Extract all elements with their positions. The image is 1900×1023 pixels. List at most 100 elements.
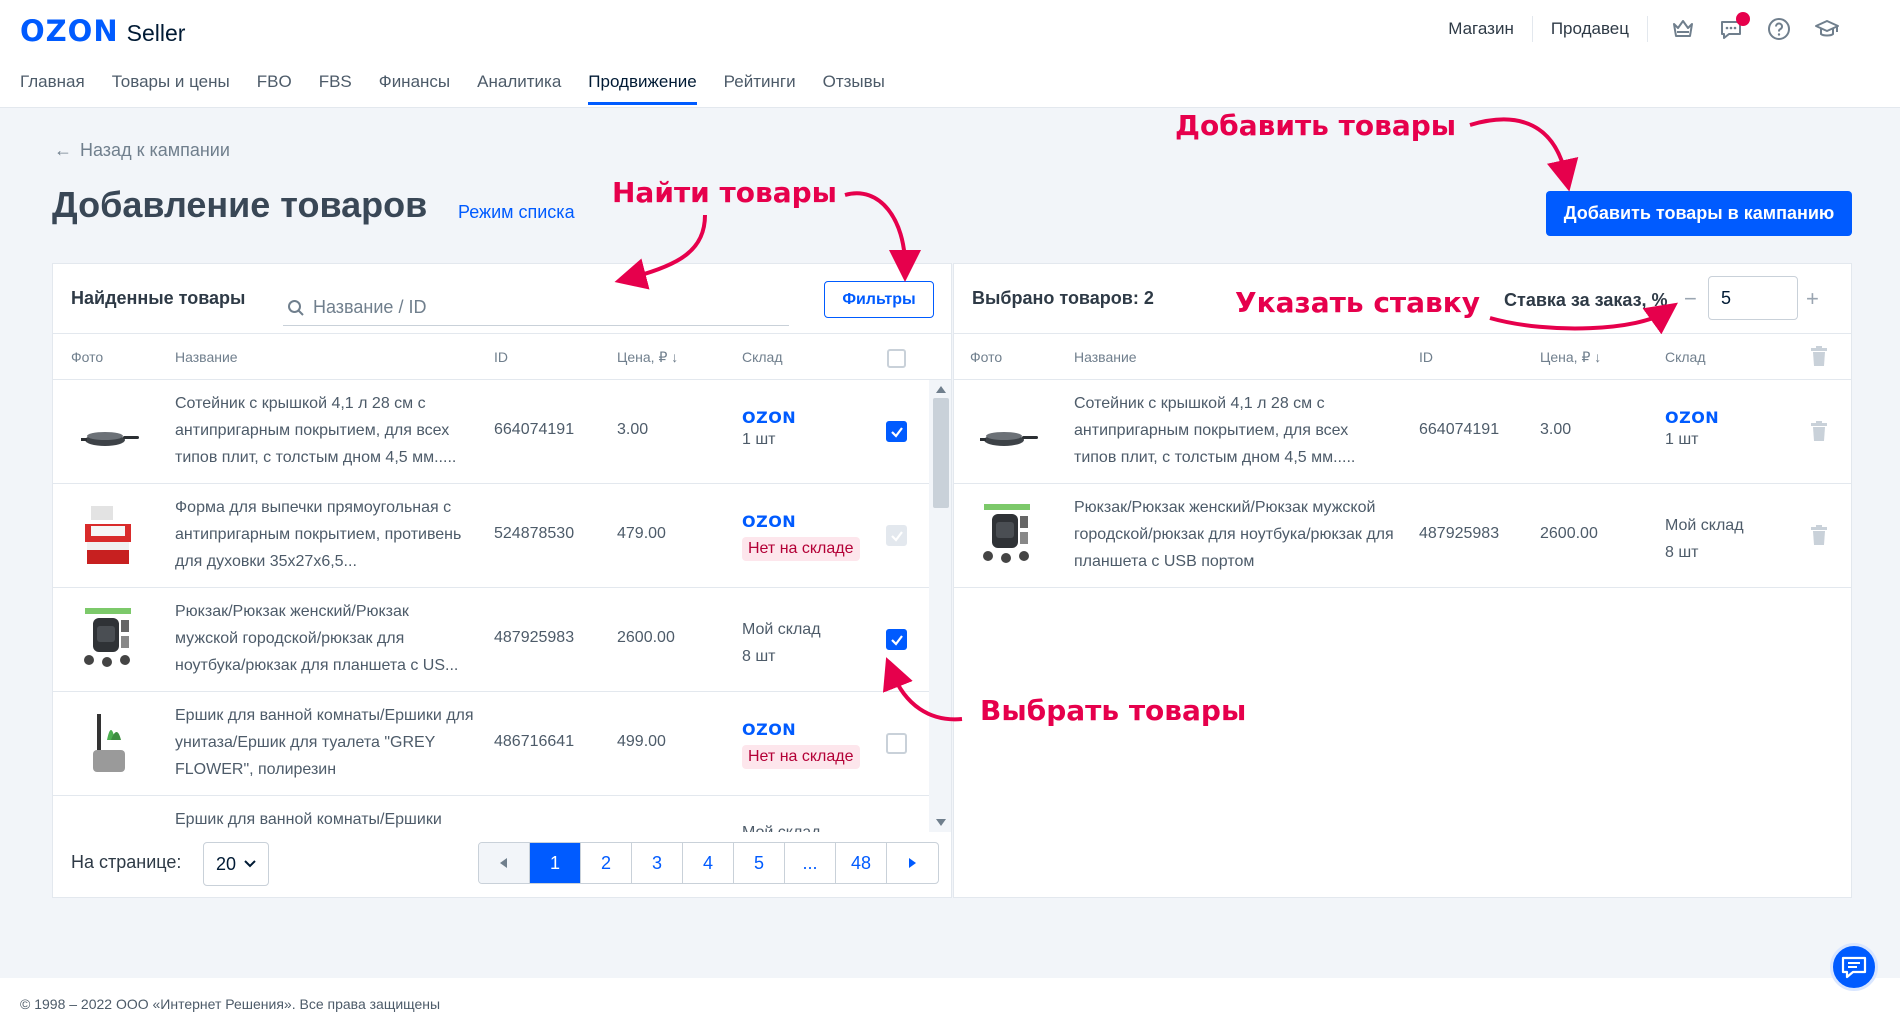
product-id: 487925983 <box>1419 525 1500 542</box>
check-icon <box>890 426 903 438</box>
search-icon <box>288 299 304 316</box>
product-thumb-toilet-brush <box>77 814 139 832</box>
annotation-find-products: Найти товары <box>612 176 837 209</box>
check-icon <box>890 530 903 542</box>
crown-icon[interactable] <box>1670 16 1696 42</box>
support-chat-button[interactable] <box>1830 943 1878 991</box>
rate-input[interactable] <box>1708 276 1798 320</box>
ozon-seller-logo[interactable]: OZON Seller <box>20 14 185 48</box>
row-checkbox-disabled <box>886 525 907 546</box>
row-checkbox[interactable] <box>886 629 907 650</box>
col-id: ID <box>494 349 508 365</box>
table-row[interactable]: Ершик для ванной комнаты/Ершики Мой скла… <box>53 796 929 832</box>
page-title: Добавление товаров <box>52 184 428 225</box>
rate-decrease-button[interactable]: − <box>1684 286 1697 312</box>
nav-item-ratings[interactable]: Рейтинги <box>724 72 796 104</box>
filters-button[interactable]: Фильтры <box>824 281 934 318</box>
stock-count: 1 шт <box>742 431 776 448</box>
page-footer: © 1998 – 2022 ООО «Интернет Решения». Вс… <box>0 978 1900 1023</box>
product-name: Ершик для ванной комнаты/Ершики для унит… <box>175 707 474 778</box>
pagination-bar: На странице: 20 1 2 3 4 5 ... 48 <box>53 832 953 898</box>
list-mode-link[interactable]: Режим списка <box>458 202 575 223</box>
trash-all-icon[interactable] <box>1811 346 1827 366</box>
warehouse-name: Мой склад <box>742 621 821 638</box>
table-row[interactable]: Рюкзак/Рюкзак женский/Рюкзак мужской гор… <box>954 484 1851 588</box>
product-thumb-pan <box>81 432 139 446</box>
page-ellipsis[interactable]: ... <box>785 843 836 883</box>
graduation-cap-icon[interactable] <box>1814 16 1840 42</box>
search-input[interactable] <box>313 297 773 318</box>
per-page-select[interactable]: 20 <box>203 842 269 886</box>
per-page-value: 20 <box>215 853 237 874</box>
top-links: Магазин Продавец <box>1430 12 1840 42</box>
page-button[interactable]: 3 <box>632 843 683 883</box>
product-thumb-backpack <box>983 504 1030 563</box>
seller-link[interactable]: Продавец <box>1533 16 1648 42</box>
page-button[interactable]: 48 <box>836 843 887 883</box>
table-row[interactable]: Сотейник с крышкой 4,1 л 28 см с антипри… <box>954 380 1851 484</box>
logo-seller-text: Seller <box>126 20 186 46</box>
row-checkbox[interactable] <box>886 733 907 754</box>
product-name: Сотейник с крышкой 4,1 л 28 см с антипри… <box>1074 395 1356 466</box>
product-name: Форма для выпечки прямоугольная с антипр… <box>175 499 462 570</box>
help-icon[interactable] <box>1766 16 1792 42</box>
scroll-thumb[interactable] <box>933 398 949 508</box>
left-table-scrollbar[interactable] <box>929 380 951 832</box>
row-checkbox[interactable] <box>886 421 907 442</box>
stock-count: 8 шт <box>742 648 776 665</box>
page-button[interactable]: 4 <box>683 843 734 883</box>
table-row[interactable]: Форма для выпечки прямоугольная с антипр… <box>53 484 929 588</box>
product-thumb-baking-tray <box>85 506 131 564</box>
col-photo: Фото <box>970 349 1003 365</box>
table-row[interactable]: Ершик для ванной комнаты/Ершики для унит… <box>53 692 929 796</box>
product-thumb-backpack <box>84 608 131 667</box>
scroll-up-arrow[interactable] <box>936 386 946 393</box>
warehouse-name: Мой склад <box>1665 517 1744 534</box>
nav-item-promotion[interactable]: Продвижение <box>588 72 698 105</box>
warehouse-cell: Мой склад 8 шт <box>742 616 821 670</box>
prev-page-button[interactable] <box>479 843 530 883</box>
found-products-panel: Найденные товары Фильтры Фото Название I… <box>52 263 952 898</box>
table-row[interactable]: Сотейник с крышкой 4,1 л 28 см с антипри… <box>53 380 929 484</box>
select-all-checkbox[interactable] <box>887 349 906 368</box>
ozon-warehouse-logo: OZON <box>742 512 797 531</box>
col-warehouse: Склад <box>742 349 783 365</box>
col-price[interactable]: Цена, ₽ ↓ <box>617 349 678 366</box>
page-button[interactable]: 2 <box>581 843 632 883</box>
top-header: OZON Seller Магазин Продавец Главная Тов… <box>0 0 1900 108</box>
nav-item-reviews[interactable]: Отзывы <box>823 72 885 104</box>
annotation-add-products: Добавить товары <box>1175 109 1457 142</box>
rate-increase-button[interactable]: + <box>1806 286 1819 312</box>
annotation-set-rate: Указать ставку <box>1235 286 1481 319</box>
nav-item-fbs[interactable]: FBS <box>319 72 352 104</box>
page-button[interactable]: 1 <box>530 843 581 883</box>
add-to-campaign-button[interactable]: Добавить товары в кампанию <box>1546 191 1852 236</box>
caret-left-icon <box>500 858 507 868</box>
next-page-button[interactable] <box>887 843 938 883</box>
ozon-warehouse-logo: OZON <box>742 720 797 739</box>
trash-icon[interactable] <box>1811 421 1827 441</box>
table-row[interactable]: Рюкзак/Рюкзак женский/Рюкзак мужской гор… <box>53 588 929 692</box>
left-table-header: Фото Название ID Цена, ₽ ↓ Склад <box>53 334 951 380</box>
col-price[interactable]: Цена, ₽ ↓ <box>1540 349 1601 366</box>
chevron-down-icon <box>244 860 256 868</box>
warehouse-name: Мой склад <box>742 824 821 832</box>
product-id: 664074191 <box>494 421 575 438</box>
chat-icon[interactable] <box>1718 12 1750 42</box>
product-price: 3.00 <box>617 421 649 438</box>
store-link[interactable]: Магазин <box>1430 16 1533 42</box>
selected-products-title: Выбрано товаров: 2 <box>972 288 1154 308</box>
nav-item-finance[interactable]: Финансы <box>379 72 450 104</box>
page-button[interactable]: 5 <box>734 843 785 883</box>
right-table-body: Сотейник с крышкой 4,1 л 28 см с антипри… <box>954 380 1851 832</box>
trash-icon[interactable] <box>1811 525 1827 545</box>
back-to-campaign-link[interactable]: ← Назад к кампании <box>54 140 230 161</box>
stock-count: 8 шт <box>1665 544 1699 561</box>
warehouse-cell: OZON 1 шт <box>1665 408 1719 449</box>
nav-item-main[interactable]: Главная <box>20 72 85 104</box>
scroll-down-arrow[interactable] <box>936 819 946 826</box>
nav-item-fbo[interactable]: FBO <box>257 72 292 104</box>
warehouse-cell: OZON 1 шт <box>742 408 796 449</box>
nav-item-analytics[interactable]: Аналитика <box>477 72 561 104</box>
nav-item-products-prices[interactable]: Товары и цены <box>112 72 230 104</box>
